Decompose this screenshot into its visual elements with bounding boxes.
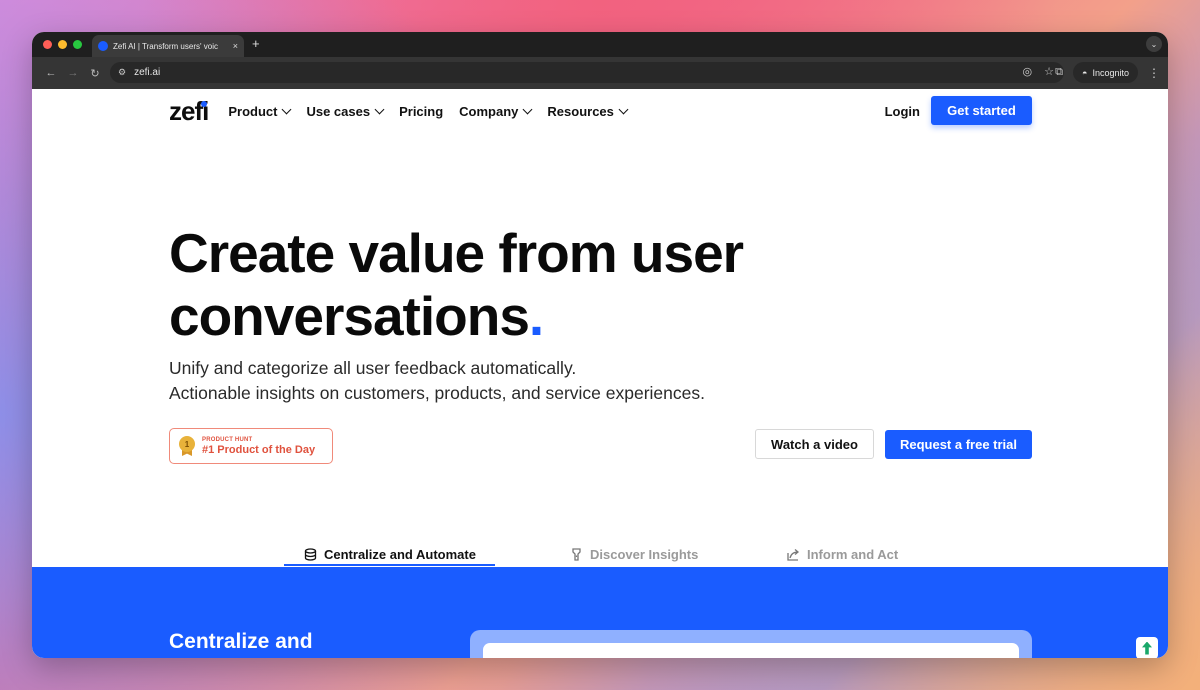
nav-item-resources[interactable]: Resources [547, 103, 629, 119]
minimize-window-button[interactable] [58, 40, 67, 49]
new-tab-button[interactable]: + [252, 36, 260, 51]
logo-dot [201, 100, 208, 107]
eye-slash-icon[interactable]: ◎ [1023, 65, 1033, 78]
url-text: zefi.ai [134, 67, 161, 78]
tab-inform-act[interactable]: Inform and Act [787, 541, 898, 567]
tab-close-icon[interactable]: × [233, 41, 238, 51]
site-header: zefi Product Use cases Pricing Company Resou… [169, 96, 1032, 126]
browser-menu-icon[interactable]: ⋮ [1148, 66, 1160, 80]
browser-window: Zefi AI | Transform users' voic × + ⌄ ← … [32, 32, 1168, 658]
incognito-icon: ◓ [1082, 67, 1088, 78]
bookmark-star-icon[interactable]: ☆ [1044, 65, 1054, 78]
medal-icon: 1 [179, 436, 195, 456]
chevron-down-icon [618, 104, 629, 114]
tab-label: Centralize and Automate [324, 546, 476, 562]
browser-tab[interactable]: Zefi AI | Transform users' voic × [92, 35, 244, 57]
back-icon[interactable]: ← [40, 67, 62, 79]
nav-item-product[interactable]: Product [228, 103, 292, 119]
hero-title-line2: conversations [169, 285, 530, 347]
section-title: Centralize and [169, 630, 313, 653]
nav-item-company[interactable]: Company [459, 103, 533, 119]
maximize-window-button[interactable] [73, 40, 82, 49]
browser-toolbar: ← → ↻ ⚙ zefi.ai ◎ ☆ ⧉ ◓ Incognito ⋮ [32, 57, 1168, 89]
site-settings-icon[interactable]: ⚙ [118, 67, 126, 78]
address-bar[interactable]: ⚙ zefi.ai ◎ ☆ [110, 62, 1064, 83]
reload-icon[interactable]: ↻ [84, 67, 106, 80]
tab-search-button[interactable]: ⌄ [1146, 36, 1162, 52]
watch-video-button[interactable]: Watch a video [755, 429, 874, 459]
logo-text: zefi [169, 95, 209, 126]
hero-subtitle: Unify and categorize all user feedback a… [169, 356, 705, 406]
active-tab-indicator [284, 564, 495, 566]
incognito-button[interactable]: ◓ Incognito [1073, 62, 1138, 83]
chevron-down-icon [522, 104, 533, 114]
share-arrow-icon [787, 548, 800, 561]
main-menu: Product Use cases Pricing Company Resources [228, 103, 629, 119]
badge-caption: PRODUCT HUNT [202, 436, 253, 443]
favicon-icon [98, 41, 108, 51]
request-trial-button[interactable]: Request a free trial [885, 430, 1032, 459]
nav-item-label: Resources [547, 103, 614, 119]
nav-item-pricing[interactable]: Pricing [399, 104, 443, 119]
get-started-button[interactable]: Get started [931, 96, 1032, 125]
nav-item-label: Company [459, 103, 519, 119]
tab-bar: Zefi AI | Transform users' voic × + ⌄ [32, 32, 1168, 57]
tab-label: Inform and Act [807, 546, 899, 562]
chevron-down-icon [282, 104, 292, 114]
incognito-label: Incognito [1092, 67, 1129, 78]
hero-subtitle-line1: Unify and categorize all user feedback a… [169, 358, 577, 378]
hero-title: Create value from user conversations. [169, 222, 809, 348]
preview-panel [470, 630, 1032, 658]
badge-title: #1 Product of the Day [202, 443, 316, 456]
nav-item-label: Use cases [306, 103, 371, 119]
nav-item-label: Product [228, 103, 278, 119]
flashlight-icon [570, 547, 583, 561]
product-hunt-badge[interactable]: 1 PRODUCT HUNT #1 Product of the Day [169, 428, 333, 464]
close-window-button[interactable] [43, 40, 52, 49]
scroll-to-top-button[interactable] [1136, 637, 1158, 658]
nav-item-label: Pricing [399, 103, 444, 119]
forward-icon[interactable]: → [62, 67, 84, 79]
login-link[interactable]: Login [885, 104, 920, 119]
webpage: zefi Product Use cases Pricing Company Resou… [32, 89, 1168, 658]
window-controls [43, 40, 82, 49]
feature-section: Centralize and [32, 567, 1168, 658]
hero-subtitle-line2: Actionable insights on customers, produc… [169, 383, 705, 403]
arrow-up-icon [1142, 641, 1152, 655]
hero-title-dot: . [528, 285, 544, 347]
database-icon [304, 547, 317, 561]
hero-title-line1: Create value from user [169, 222, 744, 284]
preview-panel-inner [483, 643, 1019, 658]
extensions-icon[interactable]: ⧉ [1055, 66, 1063, 79]
tab-discover-insights[interactable]: Discover Insights [570, 541, 698, 567]
tab-label: Discover Insights [590, 546, 699, 562]
chevron-down-icon [374, 104, 385, 114]
nav-item-use-cases[interactable]: Use cases [306, 103, 385, 119]
zefi-logo[interactable]: zefi [169, 95, 209, 127]
tab-title: Zefi AI | Transform users' voic [113, 41, 218, 51]
